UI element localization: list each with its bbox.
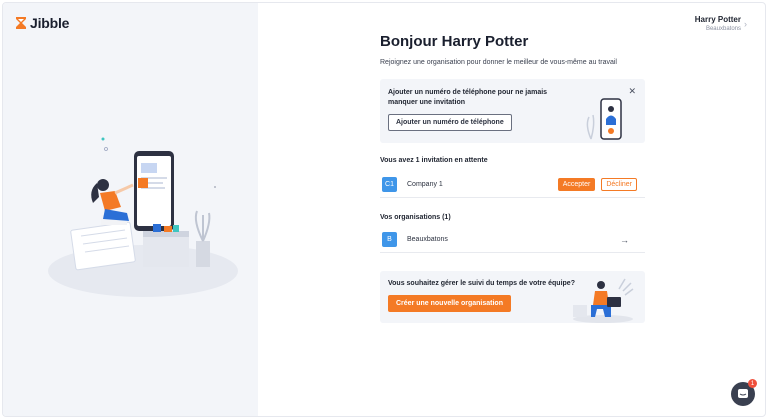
accept-button[interactable]: Accepter bbox=[557, 178, 596, 191]
close-icon[interactable]: ✕ bbox=[628, 86, 636, 97]
add-phone-button[interactable]: Ajouter un numéro de téléphone bbox=[388, 114, 512, 131]
chat-icon bbox=[738, 389, 748, 398]
team-illustration bbox=[573, 278, 634, 323]
hourglass-logo-icon bbox=[16, 17, 26, 29]
create-organization-button[interactable]: Créer une nouvelle organisation bbox=[388, 295, 511, 312]
organization-row[interactable]: B Beauxbatons → bbox=[380, 227, 645, 253]
phone-illustration bbox=[586, 98, 622, 140]
create-organization-card: Vous souhaitez gérer le suivi du temps d… bbox=[380, 271, 645, 323]
logo[interactable]: Jibble bbox=[15, 15, 69, 31]
page-title: Bonjour Harry Potter bbox=[380, 33, 529, 50]
invitation-row: C1 Company 1 Accepter Décliner bbox=[380, 172, 645, 198]
logo-text: Jibble bbox=[30, 15, 70, 31]
user-organization: Beauxbatons bbox=[705, 26, 741, 32]
avatar: C1 bbox=[382, 177, 397, 192]
add-phone-card: Ajouter un numéro de téléphone pour ne j… bbox=[380, 79, 645, 143]
main-content: Bonjour Harry Potter Rejoignez une organ… bbox=[380, 33, 645, 323]
user-name: Harry Potter bbox=[694, 15, 741, 24]
invitations-label: Vous avez 1 invitation en attente bbox=[380, 157, 488, 164]
chevron-right-icon[interactable]: › bbox=[744, 19, 747, 29]
add-phone-text: Ajouter un numéro de téléphone pour ne j… bbox=[388, 89, 548, 106]
chat-button[interactable]: 1 bbox=[731, 379, 757, 406]
organization-name: Beauxbatons bbox=[407, 236, 448, 243]
arrow-right-icon[interactable]: → bbox=[620, 235, 629, 245]
notification-badge: 1 bbox=[748, 379, 757, 388]
user-menu[interactable]: Harry Potter Beauxbatons bbox=[695, 15, 741, 32]
page-subtitle: Rejoignez une organisation pour donner l… bbox=[380, 59, 617, 66]
avatar: B bbox=[382, 232, 397, 247]
welcome-illustration bbox=[48, 137, 238, 297]
invitation-company-name: Company 1 bbox=[407, 181, 443, 188]
left-panel: Jibble bbox=[3, 3, 258, 416]
decline-button[interactable]: Décliner bbox=[601, 178, 637, 191]
app-frame: Jibble Harry Potter Beauxbatons › Bonjou… bbox=[2, 2, 766, 417]
organizations-label: Vos organisations (1) bbox=[380, 214, 451, 221]
